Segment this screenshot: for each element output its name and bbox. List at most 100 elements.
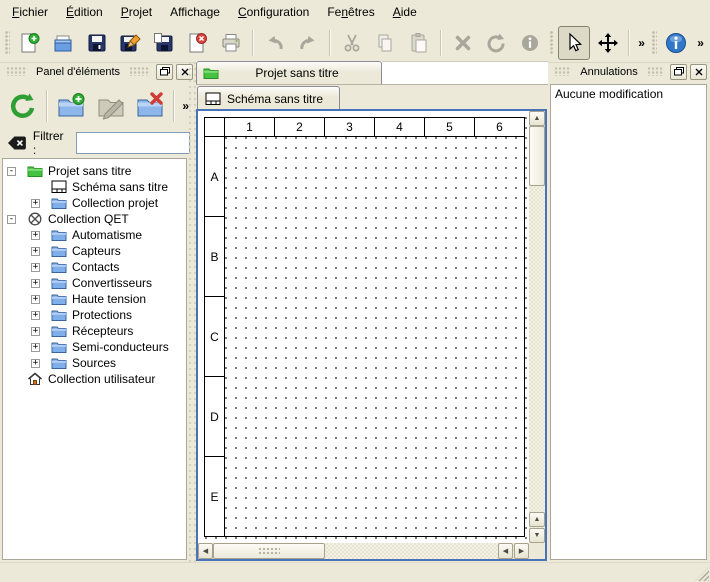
toolbar-separator xyxy=(628,30,630,56)
menu-item[interactable]: Affichage xyxy=(161,0,229,23)
tree-item[interactable]: + Récepteurs xyxy=(3,323,186,339)
cut-button[interactable] xyxy=(336,26,368,60)
tree-item[interactable]: + Protections xyxy=(3,307,186,323)
scroll-left-button[interactable]: ◀ xyxy=(498,543,513,559)
tree-item-label: Schéma sans titre xyxy=(72,180,168,194)
menu-item[interactable]: Édition xyxy=(57,0,112,23)
tab-project[interactable]: Projet sans titre xyxy=(196,61,382,84)
expander-plus-icon[interactable]: + xyxy=(31,199,40,208)
save-as-button[interactable] xyxy=(114,26,146,60)
clear-filter-icon[interactable] xyxy=(6,135,27,151)
tree-item[interactable]: Collection utilisateur xyxy=(3,371,186,387)
about-button[interactable] xyxy=(661,26,693,60)
expander-plus-icon[interactable]: + xyxy=(31,343,40,352)
tab-schema[interactable]: Schéma sans titre xyxy=(197,86,340,110)
tree-item-label: Collection QET xyxy=(48,212,129,226)
new-category-button[interactable] xyxy=(51,86,91,126)
tree-item-label: Collection projet xyxy=(72,196,158,210)
save-all-button[interactable] xyxy=(148,26,180,60)
schema-view: 1 2 3 4 5 6 A B C D xyxy=(196,109,547,561)
move-tool-button[interactable] xyxy=(592,26,624,60)
tree-item[interactable]: - Projet sans titre xyxy=(3,163,186,179)
new-document-icon xyxy=(18,32,40,54)
paste-button[interactable] xyxy=(403,26,435,60)
folder-icon xyxy=(51,228,67,242)
schema-canvas[interactable]: 1 2 3 4 5 6 A B C D xyxy=(198,111,529,543)
info-button[interactable] xyxy=(514,26,546,60)
menu-item[interactable]: Fenêtres xyxy=(318,0,383,23)
toolbar-overflow-chevron[interactable]: » xyxy=(693,36,708,50)
tree-item-label: Semi-conducteurs xyxy=(72,340,169,354)
expander-plus-icon[interactable]: + xyxy=(31,327,40,336)
menu-item[interactable]: Fichier xyxy=(3,0,57,23)
vertical-scrollbar[interactable]: ▲ ▲ ▼ xyxy=(529,111,545,543)
close-file-button[interactable] xyxy=(182,26,214,60)
delete-category-button[interactable] xyxy=(130,86,170,126)
menu-item[interactable]: Aide xyxy=(384,0,426,23)
save-button[interactable] xyxy=(81,26,113,60)
vertical-scrollbar-thumb[interactable] xyxy=(529,126,545,186)
undo-button[interactable] xyxy=(259,26,291,60)
scroll-right-button[interactable]: ▶ xyxy=(514,543,529,559)
schema-icon xyxy=(205,92,221,106)
toolbar-handle[interactable] xyxy=(550,31,555,55)
delete-button[interactable] xyxy=(447,26,479,60)
tree-item[interactable]: Schéma sans titre xyxy=(3,179,186,195)
frame-column-header: 4 xyxy=(375,117,425,137)
edit-category-button[interactable] xyxy=(91,86,131,126)
filter-input[interactable] xyxy=(76,132,190,154)
scroll-left-button[interactable]: ◀ xyxy=(198,543,213,559)
expander-plus-icon[interactable]: + xyxy=(31,359,40,368)
expander-minus-icon[interactable]: - xyxy=(7,167,16,176)
expander-plus-icon[interactable]: + xyxy=(31,263,40,272)
scroll-up-button[interactable]: ▲ xyxy=(529,512,545,527)
new-document-button[interactable] xyxy=(14,26,46,60)
float-panel-button[interactable] xyxy=(156,64,173,80)
dock-grip[interactable] xyxy=(555,67,570,76)
tree-item[interactable]: + Convertisseurs xyxy=(3,275,186,291)
scroll-down-button[interactable]: ▼ xyxy=(529,528,545,543)
tree-item[interactable]: + Sources xyxy=(3,355,186,371)
tree-item[interactable]: + Collection projet xyxy=(3,195,186,211)
close-panel-button[interactable] xyxy=(690,64,707,80)
dock-splitter[interactable] xyxy=(188,61,196,562)
scroll-up-button[interactable]: ▲ xyxy=(529,111,545,126)
reload-collections-button[interactable] xyxy=(3,86,43,126)
tree-item-label: Récepteurs xyxy=(72,324,133,338)
undo-panel-titlebar[interactable]: Annulations xyxy=(548,61,710,82)
menu-item[interactable]: Configuration xyxy=(229,0,318,23)
dock-grip[interactable] xyxy=(7,67,26,76)
toolbar-overflow-chevron[interactable]: » xyxy=(634,36,649,50)
expander-plus-icon[interactable]: + xyxy=(31,279,40,288)
elements-tree: - Projet sans titre xyxy=(2,158,187,560)
expander-plus-icon[interactable]: + xyxy=(31,295,40,304)
tree-item[interactable]: + Semi-conducteurs xyxy=(3,339,186,355)
project-folder-icon xyxy=(27,164,43,178)
horizontal-scrollbar-thumb[interactable] xyxy=(213,543,325,559)
expander-plus-icon[interactable]: + xyxy=(31,311,40,320)
redo-button[interactable] xyxy=(292,26,324,60)
toolbar-handle[interactable] xyxy=(5,31,10,55)
dock-grip[interactable] xyxy=(130,67,149,76)
resize-grip-icon[interactable] xyxy=(695,567,709,581)
dock-grip[interactable] xyxy=(648,67,663,76)
float-panel-button[interactable] xyxy=(670,64,687,80)
select-tool-button[interactable] xyxy=(558,26,590,60)
tree-item[interactable]: - Collection QET xyxy=(3,211,186,227)
menu-item[interactable]: Projet xyxy=(112,0,161,23)
expander-plus-icon[interactable]: + xyxy=(31,231,40,240)
elements-panel-titlebar[interactable]: Panel d'éléments xyxy=(0,61,196,82)
delete-icon xyxy=(452,32,474,54)
rotate-button[interactable] xyxy=(480,26,512,60)
tree-item[interactable]: + Haute tension xyxy=(3,291,186,307)
tree-item[interactable]: + Automatisme xyxy=(3,227,186,243)
tree-item[interactable]: + Contacts xyxy=(3,259,186,275)
copy-button[interactable] xyxy=(370,26,402,60)
print-button[interactable] xyxy=(215,26,247,60)
open-button[interactable] xyxy=(47,26,79,60)
tree-item[interactable]: + Capteurs xyxy=(3,243,186,259)
expander-plus-icon[interactable]: + xyxy=(31,247,40,256)
expander-minus-icon[interactable]: - xyxy=(7,215,16,224)
horizontal-scrollbar[interactable]: ◀ ◀ ▶ xyxy=(198,543,529,559)
toolbar-handle[interactable] xyxy=(652,31,657,55)
